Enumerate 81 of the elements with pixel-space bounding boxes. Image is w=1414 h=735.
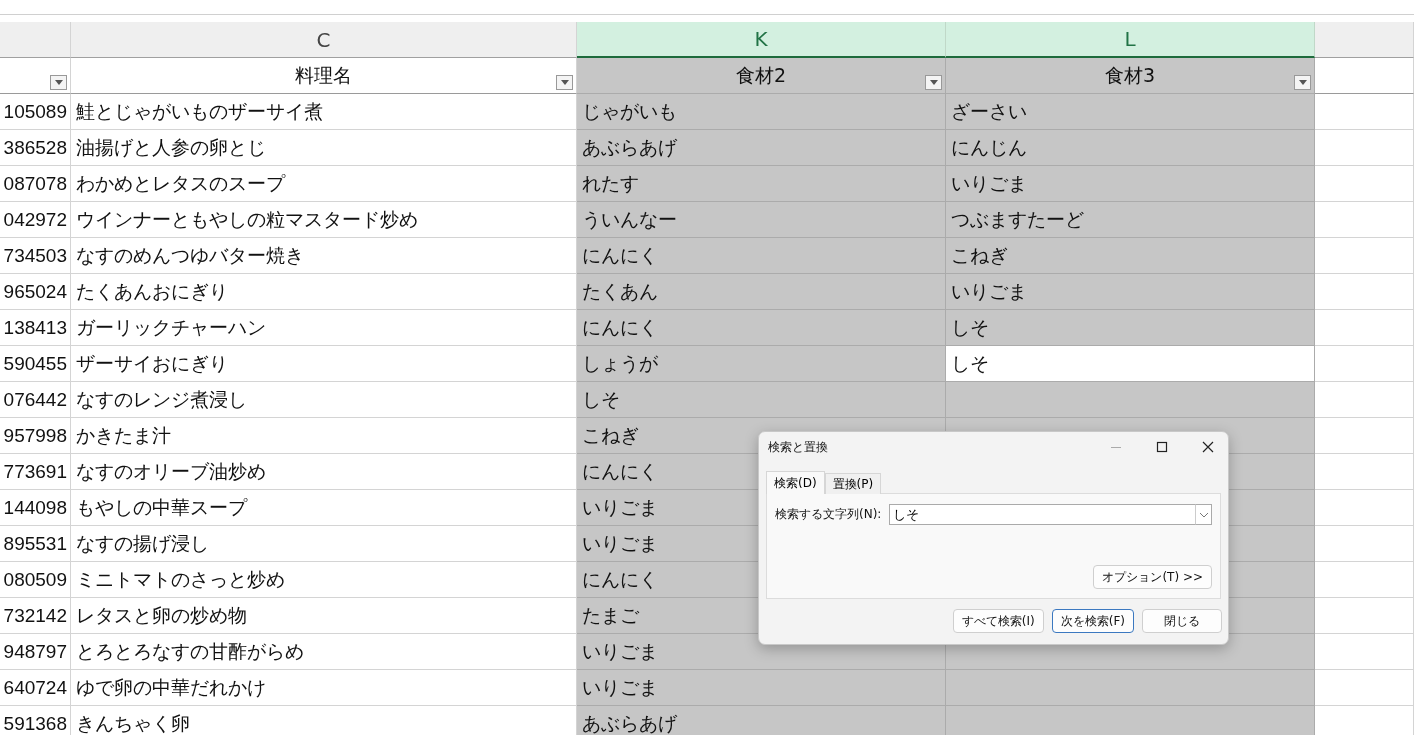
dialog-tab[interactable]: 置換(P) <box>824 473 882 494</box>
table-cell: 042972 <box>0 202 71 238</box>
field-label: 検索する文字列(N): <box>775 506 882 523</box>
dialog-button[interactable]: 次を検索(F) <box>1051 609 1134 633</box>
table-cell: ざーさい <box>946 94 1315 130</box>
header-text: 食材2 <box>735 62 787 88</box>
table-cell: しそ <box>577 382 946 418</box>
table-cell: 957998 <box>0 418 71 454</box>
column-header[interactable]: C <box>71 22 577 58</box>
table-cell: いりごま <box>577 670 946 706</box>
table-cell: にんにく <box>577 310 946 346</box>
column-header[interactable]: L <box>946 22 1315 58</box>
close-icon[interactable] <box>1202 441 1214 453</box>
table-cell: しょうが <box>577 346 946 382</box>
table-cell: しそ <box>946 346 1315 382</box>
dropdown-arrow-icon <box>54 80 63 85</box>
table-cell: 773691 <box>0 454 71 490</box>
table-cell: こねぎ <box>946 238 1315 274</box>
table-cell: なすのめんつゆバター焼き <box>71 238 577 274</box>
table-cell: じゃがいも <box>577 94 946 130</box>
table-cell: ウインナーともやしの粒マスタード炒め <box>71 202 577 238</box>
table-cell: たくあん <box>577 274 946 310</box>
dialog-title: 検索と置換 <box>768 438 828 456</box>
table-cell: 640724 <box>0 670 71 706</box>
table-cell: 590455 <box>0 346 71 382</box>
table-cell: 076442 <box>0 382 71 418</box>
filter-dropdown-button[interactable] <box>1294 75 1311 90</box>
header-text: 食材3 <box>1104 62 1156 88</box>
table-cell: ういんなー <box>577 202 946 238</box>
table-cell: 鮭とじゃがいものザーサイ煮 <box>71 94 577 130</box>
table-cell: 734503 <box>0 238 71 274</box>
table-cell: あぶらあげ <box>577 130 946 166</box>
dropdown-button[interactable] <box>1196 504 1212 525</box>
maximize-icon[interactable] <box>1156 441 1168 453</box>
table-cell: 144098 <box>0 490 71 526</box>
header-text: 料理名 <box>295 62 352 88</box>
table-cell: 965024 <box>0 274 71 310</box>
table-cell: なすのオリーブ油炒め <box>71 454 577 490</box>
table-cell: たくあんおにぎり <box>71 274 577 310</box>
table-cell: にんにく <box>577 238 946 274</box>
table-cell: いりごま <box>946 274 1315 310</box>
table-cell: 591368 <box>0 706 71 735</box>
table-cell: 油揚げと人参の卵とじ <box>71 130 577 166</box>
table-cell: 895531 <box>0 526 71 562</box>
table-cell: レタスと卵の炒め物 <box>71 598 577 634</box>
dialog-button[interactable]: すべて検索(I) <box>952 609 1044 633</box>
table-cell: なすのレンジ煮浸し <box>71 382 577 418</box>
table-cell: 105089 <box>0 94 71 130</box>
table-cell: 080509 <box>0 562 71 598</box>
table-cell: 138413 <box>0 310 71 346</box>
dialog-tab[interactable]: 検索(D) <box>766 471 825 494</box>
table-cell: にんじん <box>946 130 1315 166</box>
table-cell: もやしの中華スープ <box>71 490 577 526</box>
table-cell: ミニトマトのさっと炒め <box>71 562 577 598</box>
table-cell: つぶますたーど <box>946 202 1315 238</box>
table-cell: わかめとレタスのスープ <box>71 166 577 202</box>
chevron-down-icon <box>1198 511 1209 518</box>
table-cell: 732142 <box>0 598 71 634</box>
table-cell: ザーサイおにぎり <box>71 346 577 382</box>
search-input-field[interactable]: しそ <box>889 504 1196 525</box>
table-cell: あぶらあげ <box>577 706 946 735</box>
dropdown-arrow-icon <box>929 80 938 85</box>
table-cell: 386528 <box>0 130 71 166</box>
filter-dropdown-button[interactable] <box>50 75 67 90</box>
table-cell: 087078 <box>0 166 71 202</box>
table-cell: 948797 <box>0 634 71 670</box>
table-cell: とろとろなすの甘酢がらめ <box>71 634 577 670</box>
column-header[interactable]: K <box>577 22 946 58</box>
filter-dropdown-button[interactable] <box>925 75 942 90</box>
dialog-button[interactable]: 閉じる <box>1142 609 1222 633</box>
table-cell: かきたま汁 <box>71 418 577 454</box>
table-cell: いりごま <box>946 166 1315 202</box>
dropdown-arrow-icon <box>1298 80 1307 85</box>
dropdown-arrow-icon <box>560 80 569 85</box>
table-cell: ゆで卵の中華だれかけ <box>71 670 577 706</box>
options-button[interactable]: オプション(T) >> <box>1093 565 1212 589</box>
filter-dropdown-button[interactable] <box>556 75 573 90</box>
table-cell: なすの揚げ浸し <box>71 526 577 562</box>
table-cell: れたす <box>577 166 946 202</box>
table-cell: ガーリックチャーハン <box>71 310 577 346</box>
table-cell: しそ <box>946 310 1315 346</box>
